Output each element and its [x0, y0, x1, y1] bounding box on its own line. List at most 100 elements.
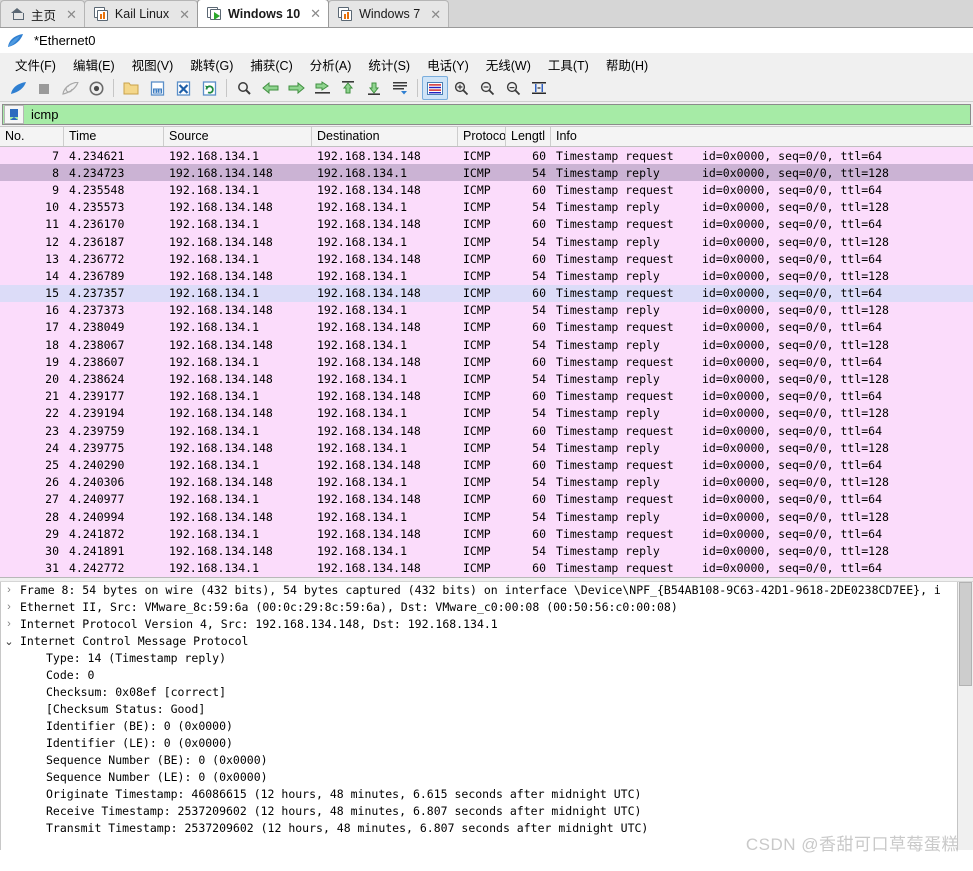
packet-info-details: id=0x0000, seq=0/0, ttl=64: [702, 423, 883, 438]
go-first-packet-icon[interactable]: [335, 76, 361, 100]
column-header-protocol[interactable]: Protocol: [458, 127, 506, 146]
chevron-right-icon[interactable]: ›: [0, 618, 18, 630]
menu-file[interactable]: 文件(F): [7, 53, 65, 76]
packet-row[interactable]: 7 4.234621 192.168.134.1 192.168.134.148 ICM…: [0, 147, 973, 165]
packet-destination: 192.168.134.148: [317, 457, 421, 472]
packet-row[interactable]: 17 4.238049 192.168.134.1 192.168.134.148 IC…: [0, 318, 973, 337]
column-header-info[interactable]: Info: [551, 127, 973, 146]
column-header-no[interactable]: No.: [0, 127, 64, 146]
menu-go[interactable]: 跳转(G): [182, 53, 242, 76]
detail-icmp-identifier-le[interactable]: Identifier (LE): 0 (0x0000): [0, 735, 973, 752]
zoom-reset-icon[interactable]: [500, 76, 526, 100]
capture-options-icon[interactable]: [83, 76, 109, 100]
find-packet-icon[interactable]: [231, 76, 257, 100]
detail-scrollbar-thumb[interactable]: [959, 581, 972, 686]
close-file-icon[interactable]: [170, 76, 196, 100]
detail-frame[interactable]: › Frame 8: 54 bytes on wire (432 bits), 5…: [0, 582, 973, 599]
menu-capture[interactable]: 捕获(C): [242, 53, 301, 76]
packet-row[interactable]: 19 4.238607 192.168.134.1 192.168.134.148 IC…: [0, 353, 973, 371]
packet-row[interactable]: 26 4.240306 192.168.134.148 192.168.134.1 IC…: [0, 473, 973, 491]
packet-row[interactable]: 23 4.239759 192.168.134.1 192.168.134.148 IC…: [0, 422, 973, 440]
packet-row[interactable]: 27 4.240977 192.168.134.1 192.168.134.148 IC…: [0, 490, 973, 508]
detail-icmp-transmit-timestamp[interactable]: Transmit Timestamp: 2537209602 (12 hours…: [0, 820, 973, 837]
packet-row[interactable]: 15 4.237357 192.168.134.1 192.168.134.148 IC…: [0, 284, 973, 302]
detail-icmp-identifier-be[interactable]: Identifier (BE): 0 (0x0000): [0, 718, 973, 735]
stop-capture-icon[interactable]: [31, 76, 57, 100]
packet-row[interactable]: 25 4.240290 192.168.134.1 192.168.134.148 IC…: [0, 456, 973, 474]
filter-input-container[interactable]: icmp: [2, 103, 971, 125]
packet-row[interactable]: 31 4.242772 192.168.134.1 192.168.134.148 IC…: [0, 559, 973, 577]
chevron-right-icon[interactable]: ›: [0, 601, 18, 613]
packet-row[interactable]: 16 4.237373 192.168.134.148 192.168.134.1 IC…: [0, 301, 973, 319]
packet-row[interactable]: 11 4.236170 192.168.134.1 192.168.134.148 IC…: [0, 215, 973, 233]
detail-pane-scrollbar[interactable]: [957, 581, 973, 850]
close-icon[interactable]: ✕: [66, 8, 77, 21]
packet-row[interactable]: 13 4.236772 192.168.134.1 192.168.134.148 IC…: [0, 250, 973, 268]
menu-analyze[interactable]: 分析(A): [302, 53, 361, 76]
vmware-tab-1[interactable]: 主页 ✕: [0, 0, 85, 27]
zoom-out-icon[interactable]: [474, 76, 500, 100]
zoom-in-icon[interactable]: [448, 76, 474, 100]
wireshark-window: 主页 ✕ Kail Linux ✕ Windows 10 ✕ Windows 7 ✕ *Eth…: [0, 0, 973, 871]
menu-help[interactable]: 帮助(H): [598, 53, 657, 76]
detail-icmp-checksum-status[interactable]: [Checksum Status: Good]: [0, 701, 973, 718]
column-header-source[interactable]: Source: [164, 127, 312, 146]
menu-statistics[interactable]: 统计(S): [360, 53, 419, 76]
chevron-down-icon[interactable]: ⌄: [0, 635, 18, 648]
packet-row[interactable]: 29 4.241872 192.168.134.1 192.168.134.148 IC…: [0, 525, 973, 543]
close-icon[interactable]: ✕: [310, 7, 321, 20]
menu-wireless[interactable]: 无线(W): [478, 53, 540, 76]
vmware-tab-2[interactable]: Kail Linux ✕: [83, 0, 199, 27]
column-header-length[interactable]: Lengtl: [506, 127, 551, 146]
detail-icmp-type[interactable]: Type: 14 (Timestamp reply): [0, 650, 973, 667]
packet-row[interactable]: 8 4.234723 192.168.134.148 192.168.134.1 ICM…: [0, 164, 973, 182]
close-icon[interactable]: ✕: [430, 8, 441, 21]
packet-row[interactable]: 14 4.236789 192.168.134.148 192.168.134.1 IC…: [0, 267, 973, 285]
menu-view[interactable]: 视图(V): [124, 53, 183, 76]
display-filter-input[interactable]: icmp: [25, 107, 970, 122]
go-last-packet-icon[interactable]: [361, 76, 387, 100]
packet-row[interactable]: 18 4.238067 192.168.134.148 192.168.134.1 IC…: [0, 336, 973, 354]
filter-bookmark-icon[interactable]: [4, 104, 24, 124]
detail-icmp-receive-timestamp[interactable]: Receive Timestamp: 2537209602 (12 hours,…: [0, 803, 973, 820]
vmware-tab-3[interactable]: Windows 10 ✕: [197, 0, 330, 27]
close-icon[interactable]: ✕: [179, 8, 190, 21]
chevron-right-icon[interactable]: ›: [0, 584, 18, 596]
restart-capture-icon[interactable]: [57, 76, 83, 100]
packet-row[interactable]: 21 4.239177 192.168.134.1 192.168.134.148 IC…: [0, 387, 973, 405]
column-header-time[interactable]: Time: [64, 127, 164, 146]
column-header-destination[interactable]: Destination: [312, 127, 458, 146]
packet-row[interactable]: 20 4.238624 192.168.134.148 192.168.134.1 IC…: [0, 370, 973, 388]
vmware-tab-4[interactable]: Windows 7 ✕: [328, 0, 450, 27]
packet-row[interactable]: 28 4.240994 192.168.134.148 192.168.134.1 IC…: [0, 507, 973, 526]
auto-scroll-icon[interactable]: [387, 76, 413, 100]
go-forward-icon[interactable]: [283, 76, 309, 100]
packet-row[interactable]: 10 4.235573 192.168.134.148 192.168.134.1 IC…: [0, 198, 973, 216]
open-file-icon[interactable]: [118, 76, 144, 100]
detail-icmp[interactable]: ⌄ Internet Control Message Protocol: [0, 633, 973, 650]
menu-edit[interactable]: 编辑(E): [65, 53, 124, 76]
detail-icmp-seq-be[interactable]: Sequence Number (BE): 0 (0x0000): [0, 752, 973, 769]
menu-tools[interactable]: 工具(T): [540, 53, 598, 76]
packet-row[interactable]: 9 4.235548 192.168.134.1 192.168.134.148 ICM…: [0, 181, 973, 199]
packet-row[interactable]: 22 4.239194 192.168.134.148 192.168.134.1 IC…: [0, 404, 973, 422]
save-file-icon[interactable]: 010: [144, 76, 170, 100]
detail-icmp-code[interactable]: Code: 0: [0, 667, 973, 684]
start-capture-icon[interactable]: [5, 76, 31, 100]
resize-columns-icon[interactable]: [526, 76, 552, 100]
detail-row-text: Checksum: 0x08ef [correct]: [46, 685, 227, 700]
colorize-icon[interactable]: [422, 76, 448, 100]
detail-icmp-checksum[interactable]: Checksum: 0x08ef [correct]: [0, 684, 973, 701]
packet-protocol: ICMP: [463, 234, 491, 249]
go-back-icon[interactable]: [257, 76, 283, 100]
packet-row[interactable]: 12 4.236187 192.168.134.148 192.168.134.1 IC…: [0, 232, 973, 251]
detail-ipv4[interactable]: › Internet Protocol Version 4, Src: 192.1…: [0, 616, 973, 633]
detail-ethernet[interactable]: › Ethernet II, Src: VMware_8c:59:6a (00:0…: [0, 599, 973, 616]
packet-row[interactable]: 30 4.241891 192.168.134.148 192.168.134.1 IC…: [0, 542, 973, 560]
go-to-packet-icon[interactable]: [309, 76, 335, 100]
reload-file-icon[interactable]: [196, 76, 222, 100]
detail-icmp-seq-le[interactable]: Sequence Number (LE): 0 (0x0000): [0, 769, 973, 786]
menu-telephony[interactable]: 电话(Y): [419, 53, 478, 76]
detail-icmp-originate-timestamp[interactable]: Originate Timestamp: 46086615 (12 hours,…: [0, 786, 973, 803]
packet-row[interactable]: 24 4.239775 192.168.134.148 192.168.134.1 IC…: [0, 439, 973, 457]
